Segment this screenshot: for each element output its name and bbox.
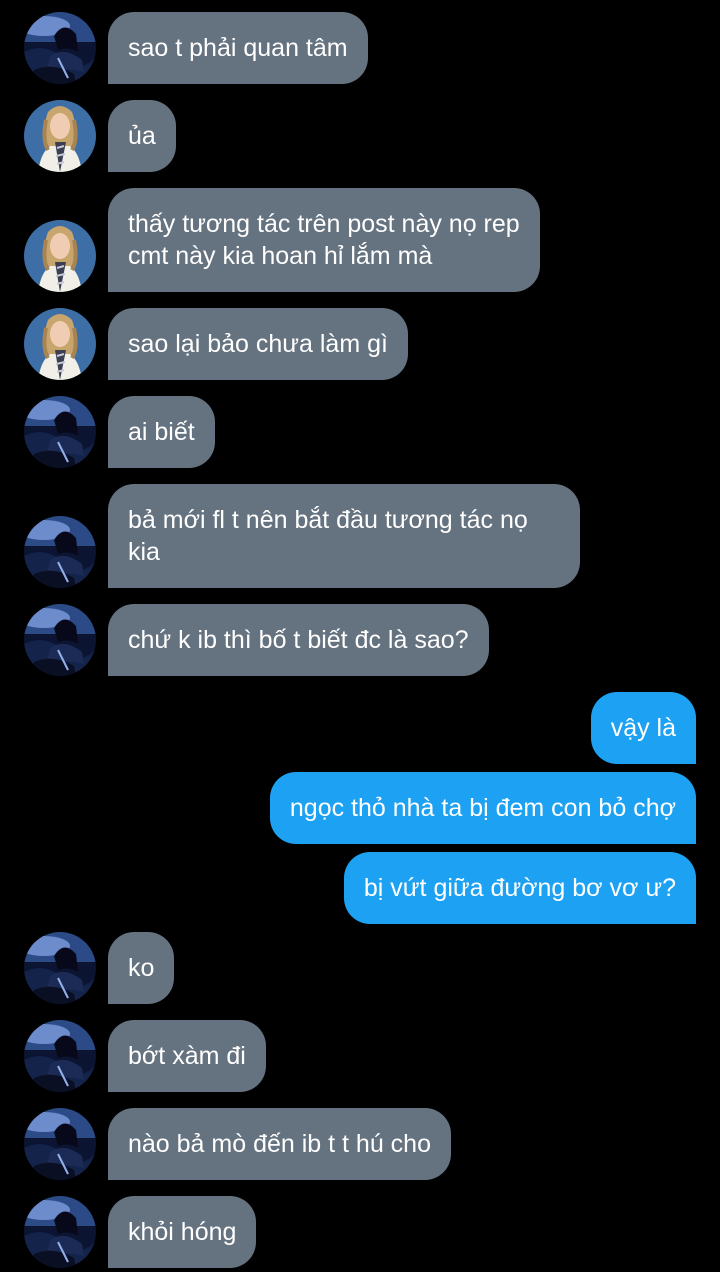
avatar-dark-blue-portrait-icon (24, 604, 96, 676)
message-bubble-incoming[interactable]: thấy tương tác trên post này nọ rep cmt … (108, 188, 540, 292)
avatar-dark-blue-portrait-icon (24, 516, 96, 588)
message-bubble-outgoing[interactable]: ngọc thỏ nhà ta bị đem con bỏ chợ (269, 772, 696, 844)
message-bubble-incoming[interactable]: bớt xàm đi (108, 1020, 266, 1092)
message-bubble-incoming[interactable]: sao lại bảo chưa làm gì (108, 308, 408, 380)
avatar[interactable] (24, 100, 96, 172)
message-bubble-incoming[interactable]: nào bả mò đến ib t t hú cho (108, 1108, 451, 1180)
avatar-dark-blue-portrait-icon (24, 1020, 96, 1092)
message-bubble-incoming[interactable]: bả mới fl t nên bắt đầu tương tác nọ kia (108, 484, 580, 588)
message-bubble-incoming[interactable]: khỏi hóng (108, 1196, 257, 1268)
message-bubble-incoming[interactable]: sao t phải quan tâm (108, 12, 368, 84)
avatar[interactable] (24, 604, 96, 676)
avatar-dark-blue-portrait-icon (24, 1108, 96, 1180)
message-bubble-incoming[interactable]: ai biết (108, 396, 215, 468)
avatar-dark-blue-portrait-icon (24, 12, 96, 84)
avatar[interactable] (24, 1020, 96, 1092)
avatar-blonde-woman-tie-icon (24, 308, 96, 380)
avatar[interactable] (24, 220, 96, 292)
avatar[interactable] (24, 12, 96, 84)
avatar[interactable] (24, 1196, 96, 1268)
avatar-blonde-woman-tie-icon (24, 100, 96, 172)
avatar[interactable] (24, 308, 96, 380)
avatar[interactable] (24, 932, 96, 1004)
message-bubble-incoming[interactable]: ủa (108, 100, 176, 172)
avatar-dark-blue-portrait-icon (24, 396, 96, 468)
avatar[interactable] (24, 396, 96, 468)
avatar-blonde-woman-tie-icon (24, 220, 96, 292)
message-bubble-incoming[interactable]: ko (108, 932, 175, 1004)
message-bubble-outgoing[interactable]: bị vứt giữa đường bơ vơ ư? (343, 852, 696, 924)
message-bubble-incoming[interactable]: chứ k ib thì bố t biết đc là sao? (108, 604, 489, 676)
avatar-dark-blue-portrait-icon (24, 932, 96, 1004)
message-bubble-outgoing[interactable]: vậy là (590, 692, 696, 764)
avatar[interactable] (24, 1108, 96, 1180)
avatar-dark-blue-portrait-icon (24, 1196, 96, 1268)
avatar[interactable] (24, 516, 96, 588)
